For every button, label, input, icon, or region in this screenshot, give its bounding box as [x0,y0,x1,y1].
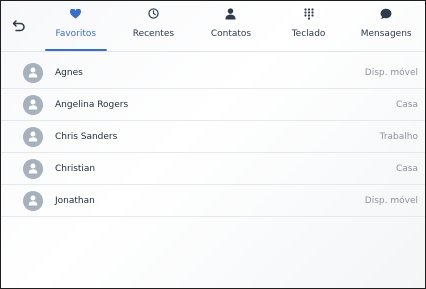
tab-label: Teclado [291,29,326,39]
back-button[interactable] [1,1,37,51]
person-icon [28,99,38,110]
avatar [23,158,43,179]
tab-favoritos[interactable]: Favoritos [37,1,115,51]
tab-bar: Favoritos Recentes Contatos Teclado Mens… [1,1,425,51]
list-item[interactable]: Angelina Rogers Casa [1,89,425,121]
phone-type-label: Casa [395,163,418,174]
tab-label: Favoritos [55,29,97,39]
person-icon [28,131,38,142]
phone-type-label: Disp. móvel [364,67,418,78]
back-arrow-icon [12,20,25,32]
heart-icon [70,6,82,21]
tab-teclado[interactable]: Teclado [270,1,348,51]
tab-label: Mensagens [360,29,412,39]
contact-name: Christian [55,163,96,174]
tab-mensagens[interactable]: Mensagens [347,1,425,51]
person-icon [28,67,38,78]
avatar [23,62,43,83]
list-item[interactable]: Agnes Disp. móvel [1,57,425,89]
message-bubble-icon [380,6,392,21]
contact-name: Chris Sanders [55,131,118,142]
favorites-list: Agnes Disp. móvel Angelina Rogers Casa C… [1,57,425,217]
dialpad-icon [303,6,314,21]
tab-contatos[interactable]: Contatos [192,1,270,51]
list-item[interactable]: Christian Casa [1,153,425,185]
tab-recentes[interactable]: Recentes [115,1,193,51]
person-icon [225,6,237,21]
avatar [23,190,43,211]
avatar [23,94,43,115]
contact-name: Agnes [55,67,83,78]
person-icon [28,163,38,174]
phone-type-label: Trabalho [379,131,418,142]
phone-app-window: Favoritos Recentes Contatos Teclado Mens… [0,0,426,289]
avatar [23,126,43,147]
contact-name: Angelina Rogers [55,99,129,110]
list-item[interactable]: Chris Sanders Trabalho [1,121,425,153]
tab-label: Recentes [132,29,175,39]
clock-icon [148,6,159,21]
list-item[interactable]: Jonathan Disp. móvel [1,185,425,217]
tab-label: Contatos [210,29,252,39]
phone-type-label: Disp. móvel [364,195,418,206]
person-icon [28,195,38,206]
tab-bar-divider [1,51,425,52]
phone-type-label: Casa [395,99,418,110]
contact-name: Jonathan [55,195,95,206]
